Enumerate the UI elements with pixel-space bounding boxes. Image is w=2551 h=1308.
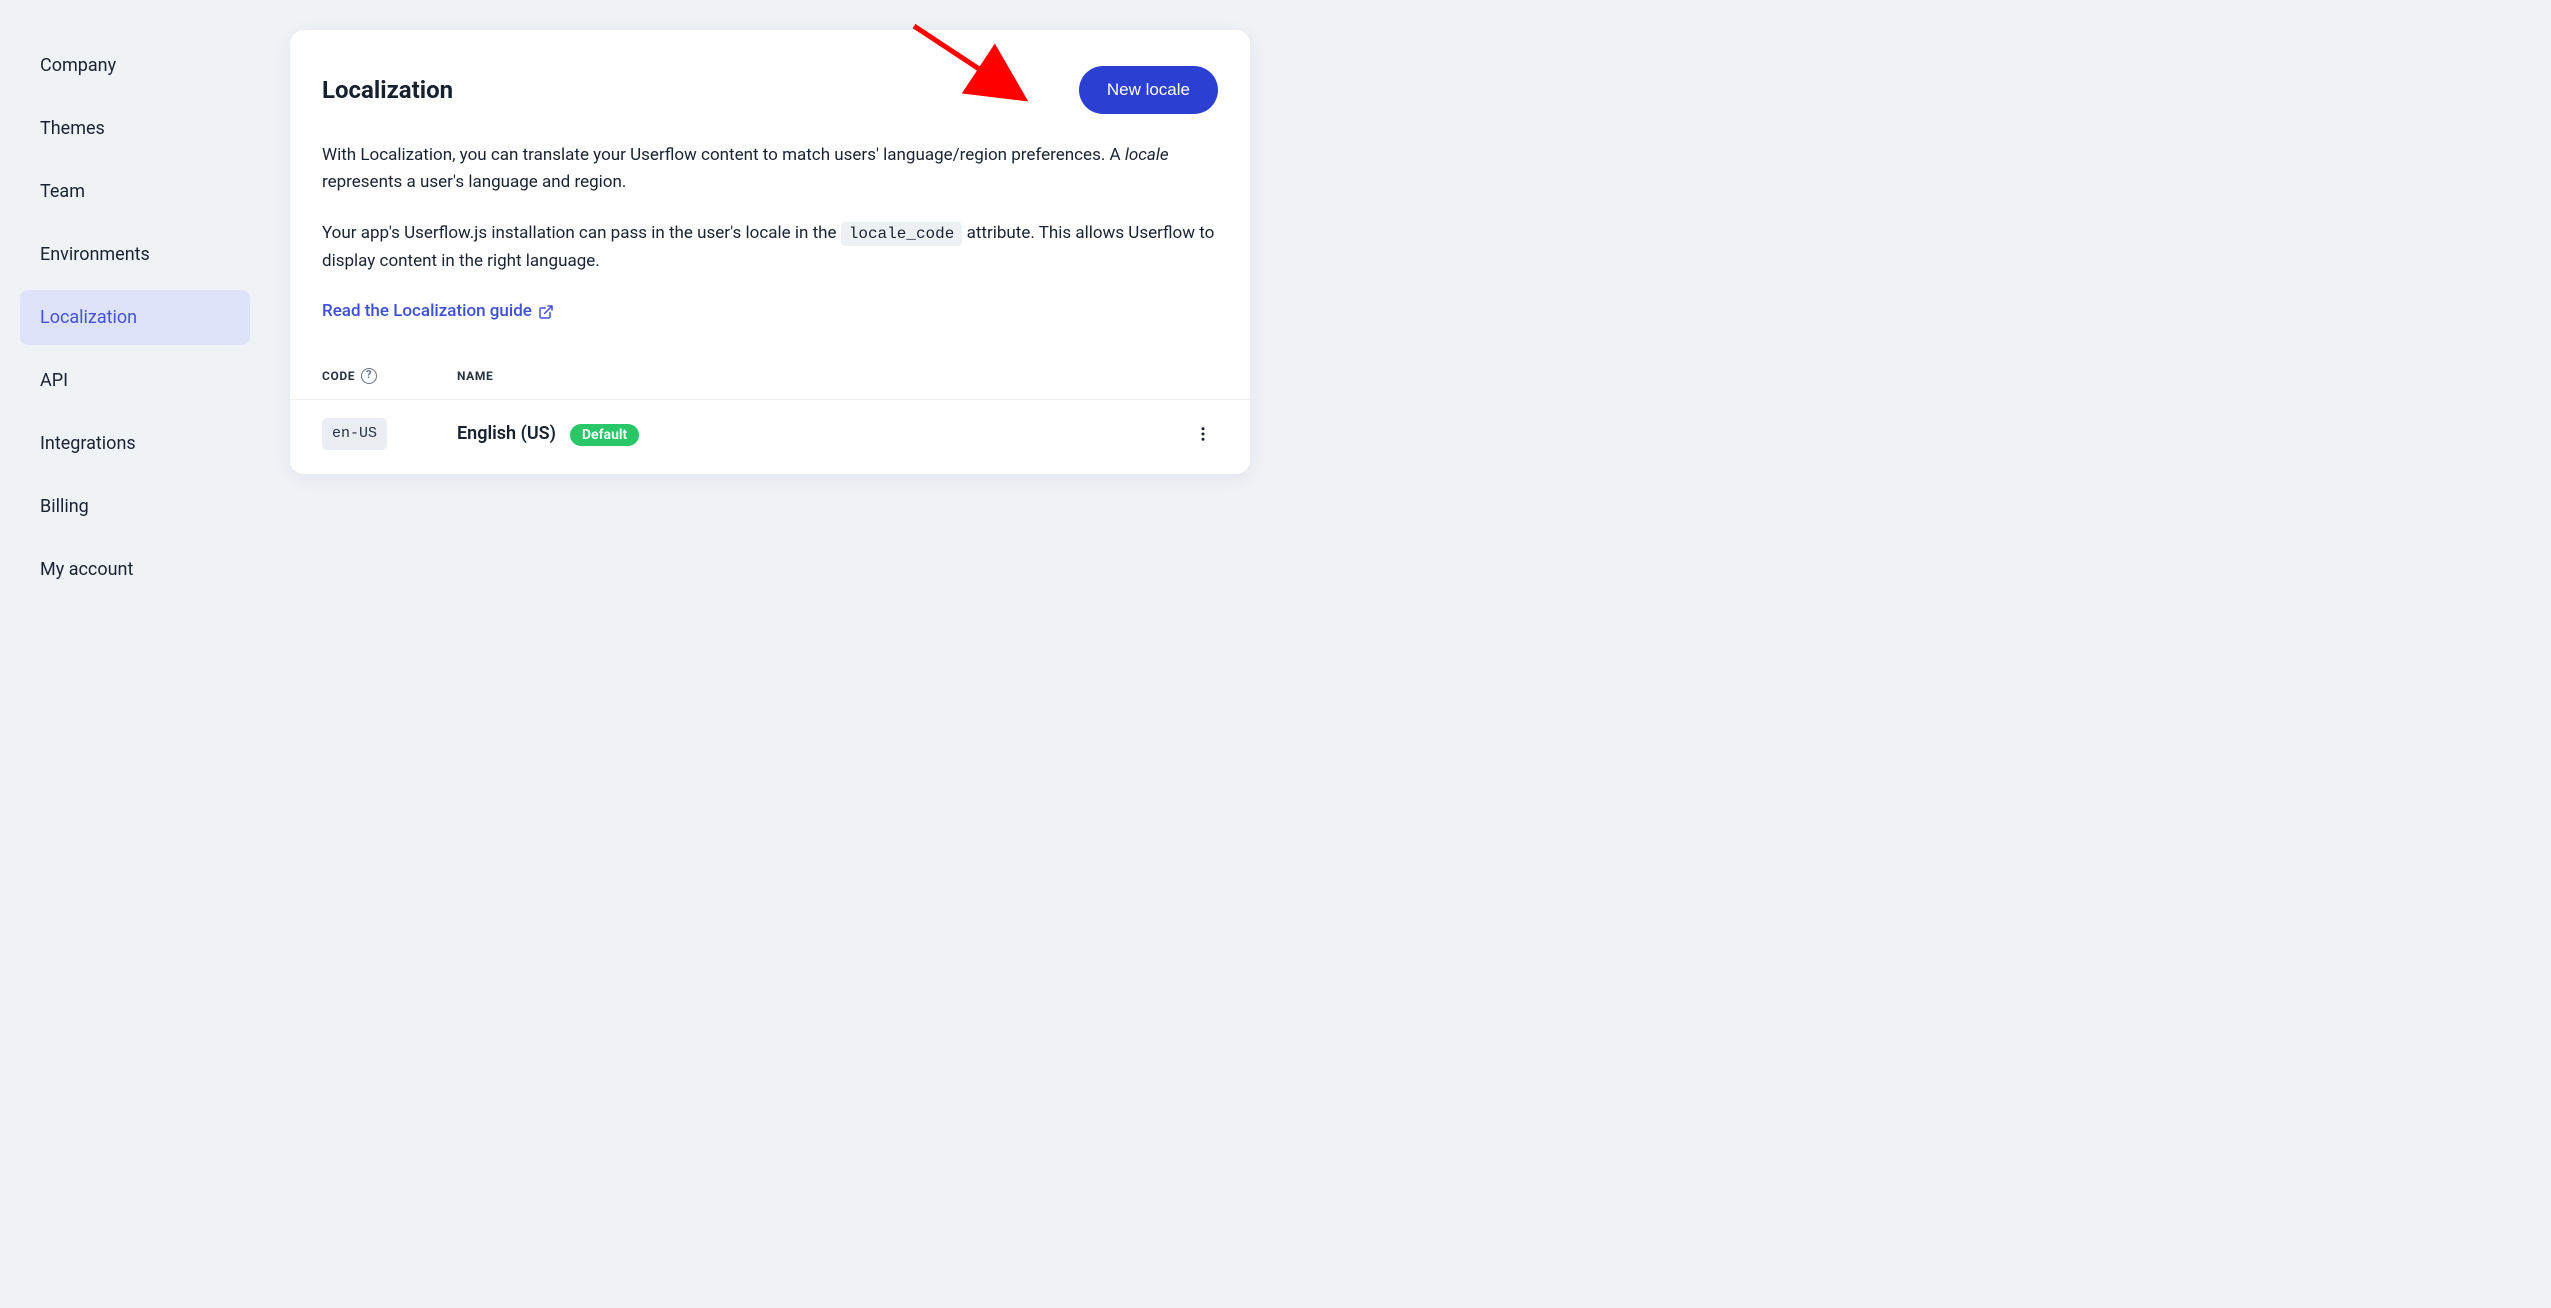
card-header: Localization New locale: [322, 66, 1218, 114]
desc-text: represents a user's language and region.: [322, 172, 626, 192]
external-link-icon: [538, 304, 554, 320]
help-icon[interactable]: ?: [361, 368, 377, 384]
settings-sidebar: Company Themes Team Environments Localiz…: [20, 30, 250, 1278]
description-paragraph-2: Your app's Userflow.js installation can …: [322, 220, 1218, 275]
column-header-name: NAME: [457, 367, 1170, 385]
sidebar-item-label: Integrations: [40, 433, 136, 454]
table-row[interactable]: en-US English (US) Default: [290, 400, 1250, 469]
sidebar-item-themes[interactable]: Themes: [20, 101, 250, 156]
row-actions-button[interactable]: [1188, 419, 1218, 449]
main-content: Localization New locale With Localizatio…: [290, 30, 1250, 1278]
locale-name-cell: English (US) Default: [457, 420, 1170, 447]
page-title: Localization: [322, 72, 453, 108]
new-locale-button[interactable]: New locale: [1079, 66, 1218, 114]
column-header-label: CODE: [322, 367, 355, 385]
sidebar-item-label: Environments: [40, 244, 150, 265]
guide-link-label: Read the Localization guide: [322, 299, 532, 325]
sidebar-item-label: Localization: [40, 307, 137, 328]
sidebar-item-environments[interactable]: Environments: [20, 227, 250, 282]
default-badge: Default: [570, 424, 639, 446]
row-actions-cell: [1170, 419, 1218, 449]
sidebar-item-team[interactable]: Team: [20, 164, 250, 219]
desc-emphasis: locale: [1125, 145, 1169, 165]
sidebar-item-label: Billing: [40, 496, 89, 517]
sidebar-item-label: Team: [40, 181, 85, 202]
desc-text: With Localization, you can translate you…: [322, 145, 1125, 165]
locale-code-pill: en-US: [322, 418, 387, 451]
sidebar-item-my-account[interactable]: My account: [20, 542, 250, 597]
locale-code-cell: en-US: [322, 418, 457, 451]
sidebar-item-label: Themes: [40, 118, 105, 139]
new-locale-button-label: New locale: [1107, 80, 1190, 99]
sidebar-item-label: Company: [40, 55, 116, 76]
sidebar-item-localization[interactable]: Localization: [20, 290, 250, 345]
column-header-code: CODE ?: [322, 367, 457, 385]
localization-card: Localization New locale With Localizatio…: [290, 30, 1250, 474]
inline-code: locale_code: [841, 222, 963, 246]
sidebar-item-label: API: [40, 370, 68, 391]
table-header-row: CODE ? NAME: [290, 353, 1250, 400]
column-header-label: NAME: [457, 367, 493, 385]
sidebar-item-api[interactable]: API: [20, 353, 250, 408]
description-paragraph-1: With Localization, you can translate you…: [322, 142, 1218, 196]
locales-table: CODE ? NAME en-US English (US) Default: [290, 353, 1250, 469]
more-vertical-icon: [1194, 425, 1212, 443]
sidebar-item-label: My account: [40, 559, 133, 580]
locale-name: English (US): [457, 423, 556, 444]
sidebar-item-integrations[interactable]: Integrations: [20, 416, 250, 471]
desc-text: Your app's Userflow.js installation can …: [322, 223, 841, 243]
sidebar-item-company[interactable]: Company: [20, 38, 250, 93]
sidebar-item-billing[interactable]: Billing: [20, 479, 250, 534]
localization-guide-link[interactable]: Read the Localization guide: [322, 299, 554, 325]
